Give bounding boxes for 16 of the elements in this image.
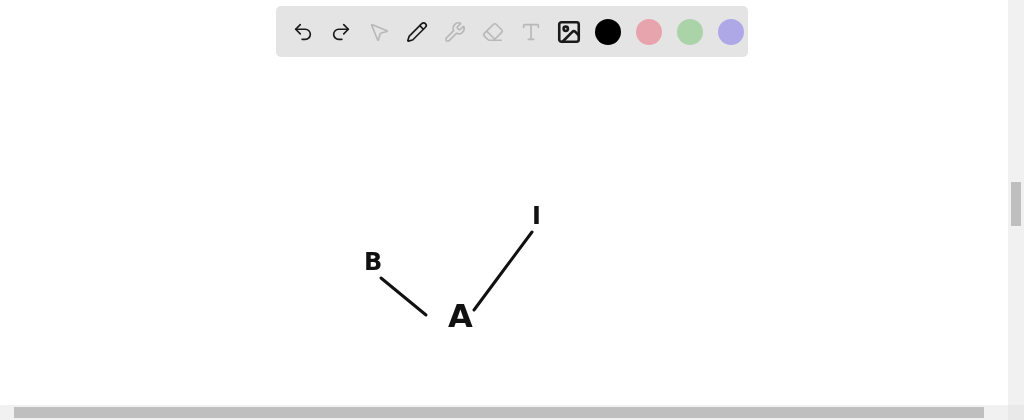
handwritten-letter: B — [364, 250, 383, 274]
handwritten-letter: I — [532, 204, 541, 228]
wrench-icon — [443, 20, 466, 43]
eraser-icon — [481, 20, 504, 43]
scrollbar-thumb[interactable] — [14, 407, 984, 418]
color-swatch[interactable] — [636, 18, 662, 45]
color-swatch[interactable] — [595, 18, 621, 45]
horizontal-scrollbar[interactable] — [0, 405, 1008, 420]
color-swatch[interactable] — [718, 18, 744, 45]
pencil-icon — [405, 20, 428, 43]
vertical-scrollbar[interactable] — [1008, 0, 1024, 405]
color-swatch[interactable] — [677, 18, 703, 45]
connector-line — [379, 276, 428, 317]
handwritten-letter: A — [448, 300, 473, 332]
image-icon — [555, 18, 582, 45]
scrollbar-thumb[interactable] — [1011, 182, 1021, 226]
